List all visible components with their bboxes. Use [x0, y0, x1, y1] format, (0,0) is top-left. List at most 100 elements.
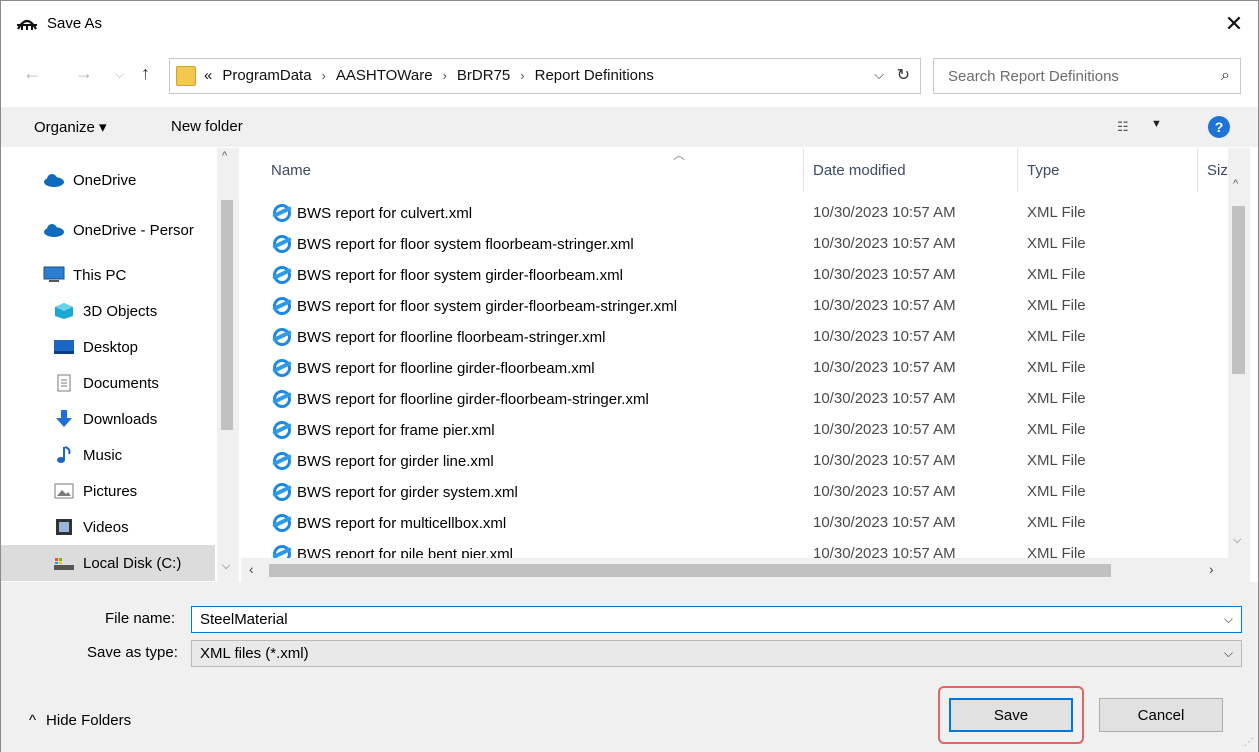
scroll-down-icon[interactable]: ⌵: [1233, 534, 1241, 547]
file-row[interactable]: BWS report for floorline floorbeam-strin…: [241, 322, 1226, 353]
chevron-up-icon: ^: [29, 712, 37, 729]
sidebar-item-desktop[interactable]: Desktop: [1, 329, 215, 365]
xml-file-icon: [273, 421, 291, 439]
file-row[interactable]: BWS report for floor system floorbeam-st…: [241, 229, 1226, 260]
sidebar-item-3d-objects[interactable]: 3D Objects: [1, 293, 215, 329]
sidebar-scroll-thumb[interactable]: [221, 200, 233, 430]
save-as-type-label: Save as type:: [87, 644, 178, 661]
file-name-field[interactable]: SteelMaterial ⌵: [191, 606, 1242, 633]
breadcrumb-programdata[interactable]: ProgramData: [222, 67, 311, 84]
breadcrumb-report-definitions[interactable]: Report Definitions: [535, 67, 654, 84]
scroll-up-icon[interactable]: ^: [1233, 178, 1238, 190]
chevron-right-icon[interactable]: ›: [443, 68, 447, 83]
breadcrumb-aashtoware[interactable]: AASHTOWare: [336, 67, 433, 84]
navigation-pane: OneDrive OneDrive - Persor This PC 3D Ob…: [1, 148, 241, 582]
save-as-type-select[interactable]: XML files (*.xml) ⌵: [191, 640, 1242, 667]
column-header-type[interactable]: Type: [1027, 148, 1060, 192]
window-title: Save As: [47, 15, 103, 32]
forward-button[interactable]: →: [75, 63, 93, 84]
horizontal-scroll-thumb[interactable]: [269, 564, 1111, 577]
video-icon: [56, 519, 72, 535]
xml-file-icon: [273, 359, 291, 377]
file-list-vertical-scrollbar[interactable]: ^ ⌵: [1228, 148, 1250, 558]
scroll-left-icon[interactable]: ‹: [249, 561, 254, 577]
command-bar: Organize ▾ New folder ☷ ▼ ?: [1, 107, 1258, 147]
hide-folders-label: Hide Folders: [46, 712, 132, 729]
column-divider[interactable]: [803, 148, 804, 192]
chevron-down-icon[interactable]: ⌵: [1224, 612, 1233, 627]
file-row[interactable]: BWS report for floorline girder-floorbea…: [241, 353, 1226, 384]
sidebar-item-local-disk[interactable]: Local Disk (C:): [1, 545, 215, 581]
xml-file-icon: [273, 297, 291, 315]
save-as-dialog: Save As ✕ ← → ⌵ ↑ « ProgramData › AASHTO…: [0, 0, 1259, 752]
search-placeholder: Search Report Definitions: [948, 68, 1119, 85]
file-row[interactable]: BWS report for girder line.xml 10/30/202…: [241, 446, 1226, 477]
up-button[interactable]: ↑: [141, 63, 150, 84]
file-row[interactable]: BWS report for floorline girder-floorbea…: [241, 384, 1226, 415]
chevron-right-icon[interactable]: ›: [520, 68, 524, 83]
hide-folders-button[interactable]: ^ Hide Folders: [29, 712, 131, 729]
file-row[interactable]: BWS report for frame pier.xml 10/30/2023…: [241, 415, 1226, 446]
vertical-scroll-thumb[interactable]: [1232, 206, 1245, 374]
chevron-down-icon[interactable]: ⌵: [1224, 646, 1233, 661]
xml-file-icon: [273, 204, 291, 222]
save-button[interactable]: Save: [949, 698, 1073, 732]
sidebar-item-onedrive[interactable]: OneDrive: [1, 162, 215, 198]
music-icon: [57, 446, 71, 463]
sidebar-item-documents[interactable]: Documents: [1, 365, 215, 401]
xml-file-icon: [273, 390, 291, 408]
chevron-right-icon[interactable]: ›: [322, 68, 326, 83]
refresh-icon[interactable]: ↻: [897, 65, 910, 85]
sidebar-item-downloads[interactable]: Downloads: [1, 401, 215, 437]
sidebar-item-this-pc[interactable]: This PC: [1, 257, 215, 293]
new-folder-button[interactable]: New folder: [171, 118, 243, 135]
file-row[interactable]: BWS report for floor system girder-floor…: [241, 260, 1226, 291]
sidebar-item-videos[interactable]: Videos: [1, 509, 215, 545]
sidebar-item-onedrive-personal[interactable]: OneDrive - Persor: [1, 212, 215, 248]
column-header-date[interactable]: Date modified: [813, 148, 906, 192]
cancel-button[interactable]: Cancel: [1099, 698, 1223, 732]
search-input[interactable]: Search Report Definitions ⌕: [933, 58, 1241, 94]
view-dropdown-icon[interactable]: ▼: [1151, 118, 1162, 130]
column-header-name[interactable]: Name: [271, 148, 311, 192]
sidebar-item-pictures[interactable]: Pictures: [1, 473, 215, 509]
close-icon: ✕: [1224, 11, 1244, 36]
file-name-value: SteelMaterial: [200, 611, 288, 628]
column-divider[interactable]: [1017, 148, 1018, 192]
file-row[interactable]: BWS report for floor system girder-floor…: [241, 291, 1226, 322]
file-row[interactable]: BWS report for culvert.xml 10/30/2023 10…: [241, 198, 1226, 229]
scroll-right-icon[interactable]: ›: [1209, 561, 1214, 577]
sidebar-scrollbar[interactable]: ^ ⌵: [217, 148, 239, 582]
file-row[interactable]: BWS report for multicellbox.xml 10/30/20…: [241, 508, 1226, 539]
xml-file-icon: [273, 266, 291, 284]
scroll-down-icon[interactable]: ⌵: [222, 560, 230, 573]
back-button[interactable]: ←: [23, 63, 41, 84]
search-icon[interactable]: ⌕: [1221, 67, 1230, 85]
column-divider[interactable]: [1197, 148, 1198, 192]
xml-file-icon: [273, 235, 291, 253]
file-row[interactable]: BWS report for girder system.xml 10/30/2…: [241, 477, 1226, 508]
breadcrumb-brdr75[interactable]: BrDR75: [457, 67, 510, 84]
address-bar[interactable]: « ProgramData › AASHTOWare › BrDR75 › Re…: [169, 58, 921, 94]
organize-button[interactable]: Organize ▾: [34, 118, 107, 136]
file-list-horizontal-scrollbar[interactable]: ‹ ›: [241, 558, 1250, 582]
scroll-up-icon[interactable]: ^: [222, 150, 227, 162]
chevron-down-icon[interactable]: ⌵: [874, 67, 884, 83]
save-as-type-value: XML files (*.xml): [200, 645, 309, 662]
sidebar-item-music[interactable]: Music: [1, 437, 215, 473]
column-header-size[interactable]: Siz: [1207, 148, 1228, 192]
view-options-icon[interactable]: ☷: [1117, 119, 1129, 135]
computer-icon: [43, 266, 65, 282]
xml-file-icon: [273, 452, 291, 470]
file-name-label: File name:: [105, 610, 176, 627]
recent-locations-button[interactable]: ⌵: [115, 67, 124, 82]
xml-file-icon: [273, 514, 291, 532]
breadcrumb-overflow[interactable]: «: [204, 67, 212, 84]
file-list: ︿ Name Date modified Type Siz BWS report…: [241, 148, 1258, 582]
bridge-icon: [17, 19, 37, 30]
resize-grip-icon[interactable]: ⋰: [1244, 737, 1254, 748]
help-icon[interactable]: ?: [1208, 116, 1230, 138]
close-button[interactable]: ✕: [1210, 1, 1258, 47]
xml-file-icon: [273, 328, 291, 346]
xml-file-icon: [273, 483, 291, 501]
